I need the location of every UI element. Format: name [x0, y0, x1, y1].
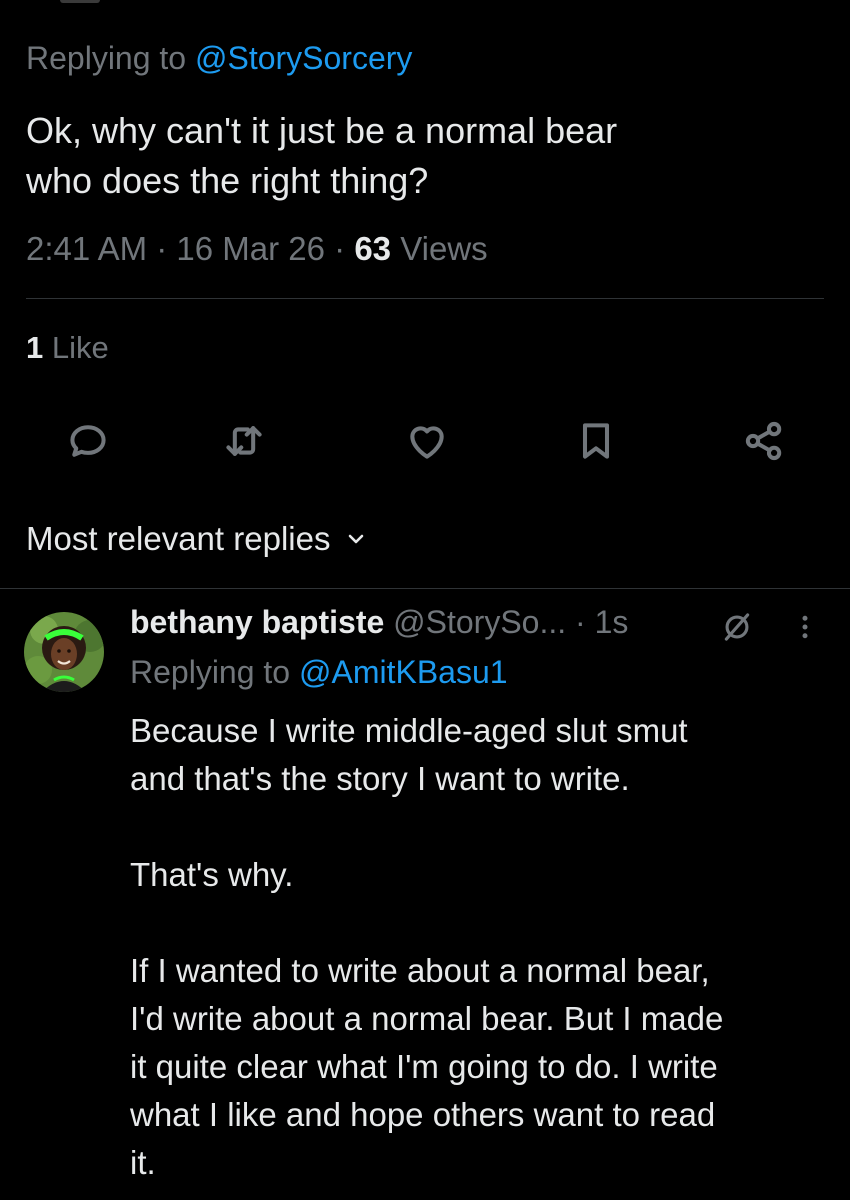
likes-label: Like [43, 330, 109, 365]
like-icon[interactable] [401, 415, 453, 467]
bookmark-icon[interactable] [570, 415, 622, 467]
tweet-text-line: who does the right thing? [26, 160, 429, 201]
reply-icon[interactable] [62, 415, 114, 467]
reply-text-line: Because I write middle-aged slut smut [130, 712, 688, 749]
likes-summary[interactable]: 1 Like [26, 330, 109, 366]
action-bar [0, 415, 850, 471]
chevron-down-icon [349, 534, 364, 544]
reply-author-name[interactable]: bethany baptiste [130, 604, 384, 640]
reply-text-line: If I wanted to write about a normal bear… [130, 952, 710, 989]
replying-to-handle-link[interactable]: @AmitKBasu1 [299, 654, 508, 690]
replying-to-line: Replying to @StorySorcery [26, 40, 412, 77]
reply-timestamp[interactable]: · 1s [566, 604, 628, 640]
reply-header: bethany baptiste @StorySo... · 1s [130, 604, 830, 648]
more-options-icon[interactable] [790, 610, 820, 644]
grok-icon[interactable] [720, 610, 754, 644]
tweet-metadata: 2:41 AM · 16 Mar 26 · 63 Views [26, 230, 488, 268]
replying-to-handle-link[interactable]: @StorySorcery [195, 40, 412, 76]
views-label: Views [391, 230, 488, 267]
avatar[interactable] [24, 612, 104, 692]
likes-count: 1 [26, 330, 44, 365]
meta-separator: · [325, 230, 355, 267]
reply-text: Because I write middle-aged slut smut an… [130, 707, 830, 1187]
reply-replying-to-line: Replying to @AmitKBasu1 [130, 654, 508, 691]
reply-author-handle[interactable]: @StorySo... [393, 604, 566, 640]
reply-text-line: That's why. [130, 856, 294, 893]
tweet-text-line: Ok, why can't it just be a normal bear [26, 110, 618, 151]
reply-text-line: I'd write about a normal bear. But I mad… [130, 1000, 724, 1037]
reply-text-line: it quite clear what I'm going to do. I w… [130, 1048, 718, 1085]
divider [26, 298, 824, 299]
share-icon[interactable] [738, 415, 790, 467]
tweet-time: 2:41 AM [26, 230, 148, 267]
tweet-date: 16 Mar 26 [176, 230, 325, 267]
retweet-icon[interactable] [218, 415, 270, 467]
reply-text-line: and that's the story I want to write. [130, 760, 630, 797]
divider [0, 588, 850, 589]
previous-tweet-edge [60, 0, 100, 3]
replying-to-label: Replying to [130, 654, 299, 690]
meta-separator: · [147, 230, 177, 267]
tweet-text: Ok, why can't it just be a normal bear w… [26, 106, 826, 206]
reply-text-line: it. [130, 1144, 156, 1181]
reply-text-line: what I like and hope others want to read [130, 1096, 716, 1133]
replying-to-label: Replying to [26, 40, 195, 76]
replies-sort-dropdown[interactable]: Most relevant replies [26, 520, 368, 558]
views-count: 63 [354, 230, 392, 267]
replies-sort-label: Most relevant replies [26, 520, 331, 557]
